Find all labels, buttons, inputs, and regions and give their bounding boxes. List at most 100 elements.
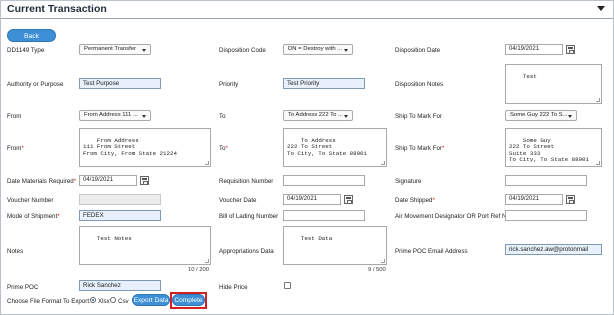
requisition-number-label: Requisition Number bbox=[219, 178, 274, 185]
hide-price-label: Hide Price bbox=[219, 284, 248, 291]
prime-poc-email-input[interactable]: rick.sanchez.aw@protonmail bbox=[505, 244, 602, 255]
appropriations-data-label: Appropriations Data bbox=[219, 248, 274, 255]
from-address-text: From Address 111 From Street From City, … bbox=[83, 136, 177, 157]
voucher-date-label: Voucher Date bbox=[219, 197, 257, 204]
appropriations-char-count: 9 / 500 bbox=[368, 267, 386, 273]
xlsx-label: Xlsx bbox=[98, 298, 110, 305]
priority-label: Priority bbox=[219, 81, 239, 88]
ship-to-mark-for-select-label: Ship To Mark For bbox=[395, 113, 442, 120]
calendar-icon[interactable] bbox=[566, 195, 575, 204]
dd1149-type-label: DD1149 Type bbox=[7, 47, 45, 54]
prime-poc-email-label: Prime POC Email Address bbox=[395, 248, 468, 255]
required-mark: * bbox=[73, 178, 77, 185]
chevron-down-icon bbox=[142, 48, 146, 52]
from-address-label-text: From bbox=[7, 145, 22, 152]
air-movement-input[interactable] bbox=[505, 210, 587, 221]
resize-grip-icon[interactable] bbox=[596, 98, 600, 102]
priority-input[interactable]: Test Priority bbox=[283, 78, 365, 89]
ship-to-mark-for-select-value: Some Guy 222 To S... bbox=[510, 112, 568, 118]
resize-grip-icon[interactable] bbox=[596, 161, 600, 165]
from-address-label: From* bbox=[7, 145, 24, 152]
notes-textarea[interactable]: Test Notes bbox=[79, 226, 211, 265]
required-mark: * bbox=[432, 197, 435, 204]
to-address-select-value: To Address 222 To ... bbox=[288, 112, 343, 118]
appropriations-data-textarea[interactable]: Test Data bbox=[283, 226, 387, 265]
ship-to-mark-for-select[interactable]: Some Guy 222 To S... bbox=[505, 110, 577, 121]
dd1149-type-value: Permanent Transfer bbox=[84, 46, 137, 52]
prime-poc-label: Prime POC bbox=[7, 284, 39, 291]
required-mark: * bbox=[225, 145, 228, 152]
ship-to-mark-for-textarea[interactable]: Some Guy 222 To Street Suite 333 To City… bbox=[505, 128, 602, 167]
ship-to-mark-for-address-label-text: Ship To Mark For bbox=[395, 145, 442, 152]
csv-radio[interactable] bbox=[110, 297, 116, 303]
panel-title: Current Transaction bbox=[7, 3, 107, 15]
calendar-icon[interactable] bbox=[566, 45, 575, 54]
chevron-down-icon bbox=[344, 114, 348, 118]
required-mark: * bbox=[442, 145, 445, 152]
chevron-down-icon bbox=[344, 48, 348, 52]
chevron-down-icon bbox=[142, 114, 146, 118]
to-select-label: To bbox=[219, 113, 226, 120]
date-shipped-label: Date Shipped* bbox=[395, 197, 435, 204]
voucher-date-input[interactable]: 04/19/2021 bbox=[283, 194, 341, 205]
from-address-textarea[interactable]: From Address 111 From Street From City, … bbox=[79, 128, 211, 167]
mode-of-shipment-label-text: Mode of Shipment bbox=[7, 213, 58, 220]
mode-of-shipment-input[interactable]: FEDEX bbox=[79, 210, 161, 221]
from-select-label: From bbox=[7, 113, 22, 120]
collapse-caret-icon[interactable] bbox=[597, 6, 605, 11]
notes-label: Notes bbox=[7, 248, 24, 255]
resize-grip-icon[interactable] bbox=[381, 161, 385, 165]
mode-of-shipment-label: Mode of Shipment* bbox=[7, 213, 60, 220]
resize-grip-icon[interactable] bbox=[205, 259, 209, 263]
date-shipped-label-text: Date Shipped bbox=[395, 197, 433, 204]
ship-to-mark-for-address-label: Ship To Mark For* bbox=[395, 145, 444, 152]
prime-poc-input[interactable]: Rick Sanchez bbox=[79, 280, 161, 291]
signature-input[interactable] bbox=[505, 175, 587, 186]
disposition-notes-label: Disposition Notes bbox=[395, 81, 444, 88]
disposition-date-input[interactable]: 04/19/2021 bbox=[505, 44, 563, 55]
required-mark: * bbox=[57, 213, 60, 220]
disposition-notes-text: Test bbox=[522, 72, 537, 80]
bill-of-lading-label: Bill of Lading Number bbox=[219, 213, 279, 220]
requisition-number-input[interactable] bbox=[283, 175, 365, 186]
to-address-label: To* bbox=[219, 145, 228, 152]
date-materials-required-label: Date Materials Required* bbox=[7, 178, 76, 185]
ship-to-mark-for-text: Some Guy 222 To Street Suite 333 To City… bbox=[509, 136, 590, 164]
voucher-number-label: Voucher Number bbox=[7, 197, 54, 204]
air-movement-label: Air Movement Designator OR Port Ref No bbox=[395, 213, 510, 220]
disposition-code-select[interactable]: DN = Destroy with ... bbox=[283, 44, 353, 55]
back-button[interactable]: Back bbox=[7, 29, 56, 42]
disposition-code-label: Disposition Code bbox=[219, 47, 266, 54]
disposition-notes-textarea[interactable]: Test bbox=[505, 64, 602, 104]
date-shipped-input[interactable]: 04/19/2021 bbox=[505, 194, 563, 205]
authority-input[interactable]: Test Purpose bbox=[79, 78, 161, 89]
required-mark: * bbox=[21, 145, 24, 152]
panel-header[interactable]: Current Transaction bbox=[1, 1, 613, 19]
to-address-select[interactable]: To Address 222 To ... bbox=[283, 110, 353, 121]
calendar-icon[interactable] bbox=[344, 195, 353, 204]
to-address-textarea[interactable]: To Address 222 To Street To City, To Sta… bbox=[283, 128, 387, 167]
resize-grip-icon[interactable] bbox=[381, 259, 385, 263]
disposition-date-label: Disposition Date bbox=[395, 47, 441, 54]
voucher-number-input[interactable] bbox=[79, 194, 161, 205]
notes-text: Test Notes bbox=[96, 234, 132, 242]
complete-button[interactable]: Complete bbox=[172, 294, 205, 306]
calendar-icon[interactable] bbox=[140, 176, 149, 185]
choose-format-label: Choose File Format To Export: bbox=[7, 298, 91, 305]
date-materials-required-label-text: Date Materials Required bbox=[7, 178, 74, 185]
xlsx-radio[interactable] bbox=[90, 297, 96, 303]
export-data-button[interactable]: Export Data bbox=[132, 294, 170, 306]
transaction-panel: Current Transaction Back DD1149 Type Per… bbox=[0, 0, 614, 315]
bill-of-lading-input[interactable] bbox=[283, 210, 365, 221]
to-address-text: To Address 222 To Street To City, To Sta… bbox=[287, 136, 368, 157]
from-address-select-value: From Address 111 ... bbox=[84, 112, 138, 118]
from-address-select[interactable]: From Address 111 ... bbox=[79, 110, 151, 121]
authority-label: Authority or Purpose bbox=[7, 81, 64, 88]
resize-grip-icon[interactable] bbox=[205, 161, 209, 165]
hide-price-checkbox[interactable] bbox=[284, 282, 291, 289]
date-materials-required-input[interactable]: 04/19/2021 bbox=[79, 175, 137, 186]
dd1149-type-select[interactable]: Permanent Transfer bbox=[79, 44, 151, 55]
chevron-down-icon bbox=[568, 114, 572, 118]
disposition-code-value: DN = Destroy with ... bbox=[288, 46, 343, 52]
appropriations-data-text: Test Data bbox=[300, 234, 333, 242]
